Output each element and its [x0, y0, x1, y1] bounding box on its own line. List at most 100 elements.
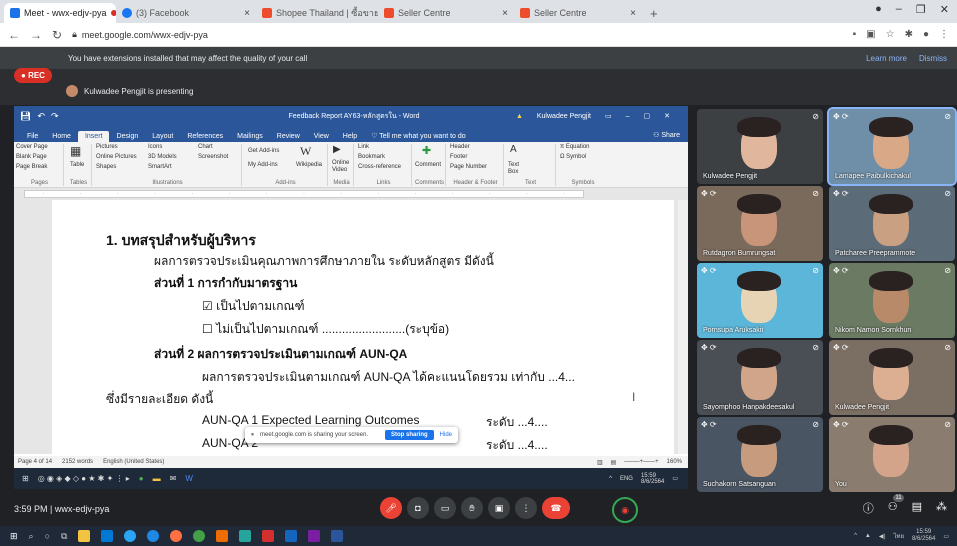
ribbon-display-icon[interactable]: ▭ — [605, 112, 612, 120]
learn-more-link[interactable]: Learn more — [866, 54, 907, 63]
online-pictures-button[interactable]: Online Pictures — [96, 154, 137, 160]
pin-icon[interactable]: ✥ ⟳ — [701, 266, 717, 275]
zoom-slider[interactable]: –——+——+ — [624, 459, 658, 466]
undo-icon[interactable]: ↶ — [37, 111, 45, 122]
windows-icon[interactable]: ⊞ — [22, 474, 29, 483]
tab-shopee[interactable]: Shopee Thailand | ซื้อขายผ่านมือถือ × — [256, 3, 378, 23]
pin-icon[interactable]: ✥ ⟳ — [833, 189, 849, 198]
shapes-button[interactable]: Shapes — [96, 164, 116, 170]
avatar[interactable]: ● — [923, 29, 929, 40]
star-icon[interactable]: ☆ — [886, 29, 895, 40]
icons-button[interactable]: Icons — [148, 144, 162, 150]
minimize-icon[interactable]: – — [626, 113, 630, 120]
share-button[interactable]: ⚇ Share — [653, 131, 680, 142]
pin-icon[interactable]: ✥ ⟳ — [833, 343, 849, 352]
participant-tile[interactable]: ✥ ⟳ ⊘ Rutdagron Bumrungsat — [697, 186, 823, 261]
reload-icon[interactable]: ↻ — [52, 28, 62, 42]
table-button[interactable]: Table — [70, 162, 84, 168]
screenshot-button[interactable]: Screenshot — [198, 154, 228, 160]
wikipedia-button[interactable]: Wikipedia — [296, 162, 322, 168]
more-options-button[interactable]: ⋮ — [515, 497, 537, 519]
menu-design[interactable]: Design — [109, 131, 145, 142]
minimize-icon[interactable]: – — [896, 3, 902, 16]
app-icon[interactable] — [216, 530, 229, 542]
participant-tile[interactable]: ✥ ⟳ ⊘ Lamapee Paibulkichakul — [827, 107, 957, 186]
puzzle-icon[interactable]: ✱ — [905, 29, 913, 40]
my-addins-button[interactable]: My Add-ins — [248, 162, 278, 168]
folder-icon[interactable] — [78, 530, 91, 542]
participant-tile[interactable]: ✥ ⟳ ⊘ You — [829, 417, 955, 492]
blank-page-button[interactable]: Blank Page — [16, 154, 47, 160]
equation-button[interactable]: π Equation — [560, 144, 590, 150]
mic-off-button[interactable]: 🎤︎ — [380, 497, 402, 519]
redo-icon[interactable]: ↷ — [51, 111, 59, 122]
activities-icon[interactable]: ⁂ — [936, 500, 947, 516]
new-tab-button[interactable]: + — [642, 3, 666, 23]
pictures-button[interactable]: Pictures — [96, 144, 118, 150]
zoom-level[interactable]: 160% — [667, 459, 682, 466]
close-icon[interactable]: × — [244, 8, 250, 19]
bookmark-button[interactable]: Bookmark — [358, 154, 385, 160]
menu-icon[interactable]: ⋮ — [939, 29, 949, 40]
page-break-button[interactable]: Page Break — [16, 164, 47, 170]
menu-insert[interactable]: Insert — [77, 131, 110, 142]
participant-tile[interactable]: ✥ ⟳ ⊘ Patcharee Preeprammote — [829, 186, 955, 261]
pin-icon[interactable]: ✥ ⟳ — [833, 420, 849, 429]
close-icon[interactable]: ✕ — [664, 112, 670, 120]
smartart-button[interactable]: SmartArt — [148, 164, 172, 170]
cover-page-button[interactable]: Cover Page — [16, 144, 48, 150]
task-view-icon[interactable]: ⧉ — [61, 531, 67, 542]
info-icon[interactable]: ⓘ — [863, 500, 874, 516]
comment-button[interactable]: Comment — [415, 162, 441, 168]
tell-me-search[interactable]: ♡ Tell me what you want to do — [364, 130, 472, 142]
forward-icon[interactable]: → — [30, 28, 42, 42]
network-icon[interactable]: ▲ — [865, 533, 871, 539]
participant-tile[interactable]: ✥ ⟳ ⊘ Pornsupa Aruksakit — [697, 263, 823, 338]
menu-help[interactable]: Help — [336, 131, 364, 142]
recording-indicator[interactable]: ◉ — [612, 497, 638, 523]
volume-icon[interactable]: ◀) — [879, 533, 886, 540]
extension-icon[interactable]: ▣ — [866, 29, 875, 40]
notification-icon[interactable]: ▭ — [672, 475, 678, 482]
symbol-button[interactable]: Ω Symbol — [560, 154, 586, 160]
participant-tile[interactable]: ✥ ⟳ ⊘ Kulwadee Pengjit — [829, 340, 955, 415]
leave-call-button[interactable]: ☎ — [542, 497, 570, 519]
footer-button[interactable]: Footer — [450, 154, 467, 160]
edge-icon[interactable] — [124, 530, 137, 542]
pin-icon[interactable]: ✥ ⟳ — [701, 420, 717, 429]
document-page[interactable]: 1. บทสรุปสำหรับผู้บริหาร ผลการตรวจประเมิ… — [52, 200, 674, 454]
menu-review[interactable]: Review — [270, 131, 307, 142]
close-window-icon[interactable]: ✕ — [940, 3, 949, 16]
pin-icon[interactable]: ✥ ⟳ — [701, 189, 717, 198]
camera-button[interactable]: ◘ — [407, 497, 429, 519]
app-icon[interactable] — [308, 530, 321, 542]
tray-arrow-icon[interactable]: ^ — [854, 533, 857, 539]
tab-seller-centre-1[interactable]: Seller Centre × — [378, 3, 514, 23]
camera-icon[interactable]: ▪ — [853, 29, 857, 40]
maximize-icon[interactable]: ❐ — [916, 3, 926, 16]
word-icon[interactable] — [331, 530, 344, 542]
pin-icon[interactable]: ✥ ⟳ — [833, 112, 849, 121]
close-icon[interactable]: × — [502, 8, 508, 19]
firefox-icon[interactable] — [170, 530, 183, 542]
chart-button[interactable]: Chart — [198, 144, 213, 150]
get-addins-button[interactable]: Get Add-ins — [248, 148, 279, 154]
online-video-button[interactable]: Online Video — [332, 160, 352, 174]
folder-icon[interactable]: ▬ — [153, 474, 161, 483]
mail-icon[interactable]: ✉ — [170, 474, 177, 483]
os-input-language[interactable]: ไทย — [893, 531, 904, 541]
3d-models-button[interactable]: 3D Models — [148, 154, 177, 160]
link-button[interactable]: Link — [358, 144, 369, 150]
ie-icon[interactable] — [147, 530, 160, 542]
app-icon[interactable] — [262, 530, 275, 542]
back-icon[interactable]: ← — [8, 28, 20, 42]
language-status[interactable]: English (United States) — [103, 459, 164, 465]
tab-seller-centre-2[interactable]: Seller Centre × — [514, 3, 642, 23]
cortana-icon[interactable]: ○ — [45, 531, 50, 541]
chat-icon[interactable]: ▤ — [912, 500, 922, 516]
menu-layout[interactable]: Layout — [145, 131, 180, 142]
hide-popup-button[interactable]: Hide — [440, 432, 452, 438]
vertical-scrollbar[interactable] — [678, 200, 688, 454]
participant-tile[interactable]: ✥ ⟳ ⊘ Suchakorn Satsanguan — [697, 417, 823, 492]
windows-icon[interactable]: ⊞ — [10, 531, 18, 542]
